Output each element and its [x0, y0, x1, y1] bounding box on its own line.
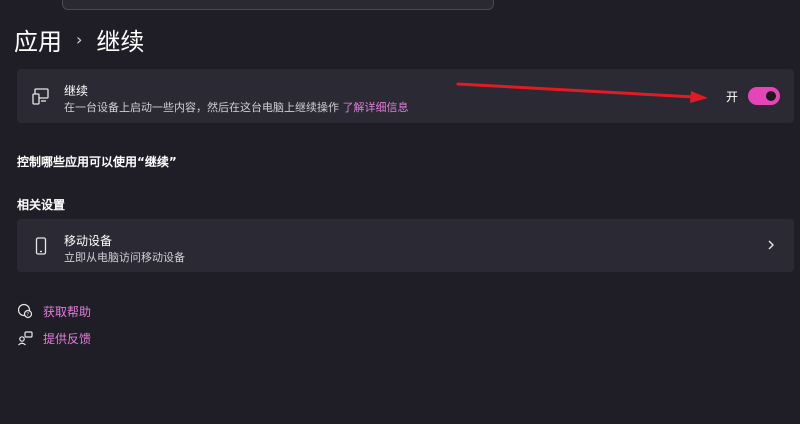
continue-setting-card: 继续 在一台设备上启动一些内容，然后在这台电脑上继续操作 了解详细信息 开	[17, 69, 794, 123]
apps-heading[interactable]: 控制哪些应用可以使用“继续”	[17, 153, 177, 170]
svg-text:?: ?	[26, 312, 29, 318]
mobile-devices-title: 移动设备	[64, 234, 113, 248]
give-feedback-label[interactable]: 提供反馈	[43, 330, 91, 347]
continue-description-text: 在一台设备上启动一些内容，然后在这台电脑上继续操作	[64, 101, 339, 114]
feedback-icon	[18, 331, 33, 346]
breadcrumb-chevron-icon: ›	[76, 29, 83, 49]
continue-toggle-group: 开	[726, 86, 780, 106]
toggle-state-label: 开	[725, 89, 738, 104]
pc-phone-icon	[32, 88, 49, 105]
give-feedback-link[interactable]: 提供反馈	[17, 329, 91, 347]
mobile-devices-card[interactable]: 移动设备 立即从电脑访问移动设备	[17, 219, 794, 272]
continue-title: 继续	[64, 84, 89, 98]
continue-description: 在一台设备上启动一些内容，然后在这台电脑上继续操作 了解详细信息	[64, 99, 409, 115]
chevron-right-icon	[768, 240, 774, 250]
toggle-knob	[766, 91, 776, 101]
continue-toggle[interactable]	[748, 87, 780, 105]
get-help-link[interactable]: ? 获取帮助	[17, 302, 91, 320]
learn-more-link[interactable]: 了解详细信息	[343, 101, 409, 114]
get-help-label[interactable]: 获取帮助	[43, 303, 91, 320]
phone-icon	[35, 237, 47, 255]
related-settings-heading: 相关设置	[17, 198, 66, 212]
search-box[interactable]	[62, 0, 494, 10]
page-title: 继续	[96, 27, 145, 56]
red-annotation-arrow	[456, 82, 708, 103]
breadcrumb-parent[interactable]: 应用	[14, 22, 62, 57]
mobile-devices-description: 立即从电脑访问移动设备	[64, 251, 185, 264]
breadcrumb: 应用 › 继续	[14, 22, 144, 56]
help-chat-icon: ?	[17, 303, 33, 319]
